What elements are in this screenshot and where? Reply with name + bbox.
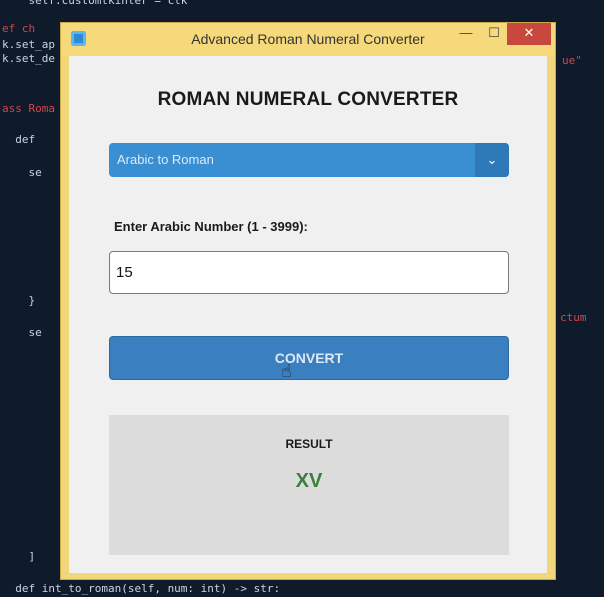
title-bar[interactable]: Advanced Roman Numeral Converter — ☐ ✕ xyxy=(61,23,555,55)
code-line: se xyxy=(2,326,42,339)
code-line: ] xyxy=(2,550,36,563)
result-value: XV xyxy=(295,470,323,492)
converter-window: Advanced Roman Numeral Converter — ☐ ✕ R… xyxy=(60,22,556,580)
page-title: ROMAN NUMERAL CONVERTER xyxy=(157,89,459,110)
converter-panel: ROMAN NUMERAL CONVERTER Arabic to Roman … xyxy=(69,56,547,573)
hand-cursor-icon: ☝ xyxy=(281,361,292,381)
result-panel: RESULT XV xyxy=(109,415,509,555)
code-line: def xyxy=(2,133,36,146)
code-line: self.customtkinter = ctk xyxy=(2,0,188,7)
code-line: ef ch xyxy=(2,22,36,35)
chevron-down-icon[interactable]: ⌄ xyxy=(475,143,509,177)
code-line: def int_to_roman(self, num: int) -> str: xyxy=(2,582,281,595)
arabic-number-input[interactable] xyxy=(109,251,509,294)
code-line: k.set_de xyxy=(2,52,55,65)
convert-button[interactable]: CONVERT xyxy=(109,336,509,380)
number-input-label: Enter Arabic Number (1 - 3999): xyxy=(114,219,308,234)
minimize-button[interactable]: — xyxy=(453,23,479,45)
mode-dropdown[interactable]: Arabic to Roman ⌄ xyxy=(109,143,509,177)
code-line: ue" xyxy=(562,54,582,67)
code-line: ass Roma xyxy=(2,102,55,115)
code-line: } xyxy=(2,294,36,307)
code-line: se xyxy=(2,166,42,179)
close-button[interactable]: ✕ xyxy=(507,23,551,45)
code-line: ctum xyxy=(560,311,587,324)
mode-dropdown-value: Arabic to Roman xyxy=(117,152,214,167)
code-line: k.set_ap xyxy=(2,38,55,51)
maximize-button[interactable]: ☐ xyxy=(481,23,507,45)
result-label: RESULT xyxy=(285,437,333,451)
